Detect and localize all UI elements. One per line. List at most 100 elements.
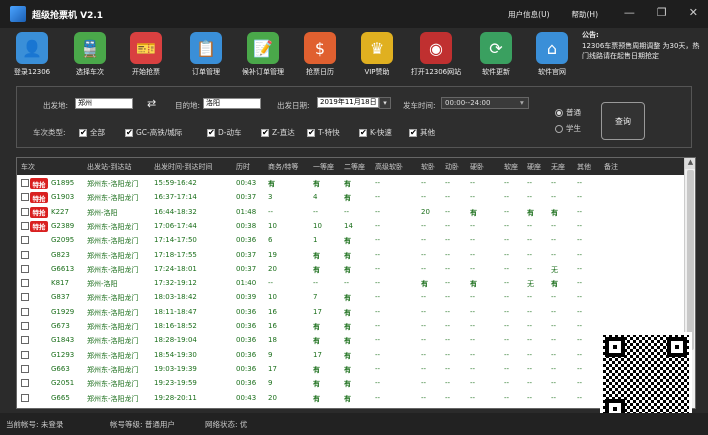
toolbar-order-button[interactable]: 📋 订单管理 [176, 30, 236, 82]
swap-stations-button[interactable]: ⇄ [147, 97, 156, 110]
row-checkbox[interactable] [21, 336, 29, 345]
train-type-checkbox[interactable]: GC-高铁/城际 [125, 127, 182, 138]
column-header[interactable]: 动卧 [445, 162, 459, 172]
cell-seat: 有 [344, 237, 351, 246]
passenger-type-radio[interactable]: 普通 [555, 107, 581, 118]
table-row[interactable]: G2051 郑州东-洛阳龙门 19:23-19:59 00:36 9 有 有 -- -- -- --… [17, 377, 685, 390]
column-header[interactable]: 历时 [236, 162, 250, 172]
checkbox-icon[interactable] [359, 128, 367, 137]
train-type-checkbox[interactable]: T-特快 [307, 127, 340, 138]
table-row[interactable]: G837 郑州东-洛阳龙门 18:03-18:42 00:39 10 7 有 -- -- -- --… [17, 291, 685, 304]
table-row[interactable]: G6613 郑州东-洛阳龙门 17:24-18:01 00:37 20 有 有 -- -- -- -… [17, 263, 685, 276]
close-button[interactable]: ✕ [689, 6, 698, 19]
menu-help[interactable]: 帮助(H) [572, 9, 599, 20]
checkbox-icon[interactable] [207, 128, 215, 137]
table-row[interactable]: 特抢 G1895 郑州东-洛阳龙门 15:59-16:42 00:43 有 有 有 -- -- --… [17, 177, 685, 190]
checkbox-icon[interactable] [261, 128, 269, 137]
toolbar-waitlist-button[interactable]: 📝 候补订单管理 [233, 30, 293, 82]
time-dropdown-icon[interactable]: ▾ [520, 98, 524, 107]
query-button[interactable]: 查询 [601, 102, 645, 140]
column-header[interactable]: 备注 [604, 162, 618, 172]
toolbar-user-button[interactable]: 👤 登录12306 [2, 30, 62, 82]
column-header[interactable]: 商务/特等 [268, 162, 298, 172]
departure-time-select[interactable]: 00:00--24:00 [441, 97, 529, 109]
table-row[interactable]: G1843 郑州东-洛阳龙门 18:28-19:04 00:36 18 有 有 -- -- -- -… [17, 334, 685, 348]
train-type-checkbox[interactable]: K-快速 [359, 127, 392, 138]
radio-icon[interactable] [555, 108, 563, 117]
toolbar-vip-button[interactable]: ♛ VIP赞助 [347, 30, 407, 82]
column-header[interactable]: 硬卧 [470, 162, 484, 172]
table-row[interactable]: G665 郑州东-洛阳龙门 19:28-20:11 00:43 20 有 有 -- -- -- --… [17, 391, 685, 405]
scroll-up-icon[interactable]: ▲ [685, 158, 695, 169]
scroll-thumb[interactable] [687, 170, 694, 350]
toolbar-train-button[interactable]: 🚆 选择车次 [60, 30, 120, 82]
row-checkbox[interactable] [21, 293, 29, 302]
toolbar-calendar-button[interactable]: $ 抢票日历 [290, 30, 350, 82]
table-row[interactable]: G663 郑州东-洛阳龙门 19:03-19:39 00:36 17 有 有 -- -- -- --… [17, 362, 685, 376]
column-header[interactable]: 高级软卧 [375, 162, 403, 172]
row-checkbox[interactable] [21, 264, 29, 273]
checkbox-icon[interactable] [125, 128, 133, 137]
table-row[interactable]: 特抢 G1903 郑州东-洛阳龙门 16:37-17:14 00:37 3 4 有 -- -- --… [17, 191, 685, 205]
table-row[interactable]: 特抢 G2389 郑州东-洛阳龙门 17:06-17:44 00:38 10 10 14 -- -… [17, 219, 685, 233]
table-row[interactable]: G1293 郑州东-洛阳龙门 18:54-19:30 00:36 9 17 有 -- -- -- -… [17, 349, 685, 362]
row-checkbox[interactable] [21, 307, 29, 316]
radio-icon[interactable] [555, 124, 563, 133]
to-station-input[interactable]: 洛阳 [203, 98, 261, 109]
train-type-checkbox[interactable]: Z-直达 [261, 127, 295, 138]
column-header[interactable]: 一等座 [313, 162, 334, 172]
minimize-button[interactable]: — [624, 6, 635, 19]
table-row[interactable]: K817 郑州-洛阳 17:32-19:12 01:40 -- -- -- -- 有 -- 有 -- 无… [17, 277, 685, 291]
checkbox-icon[interactable] [409, 128, 417, 137]
column-header[interactable]: 软座 [504, 162, 518, 172]
from-station-input[interactable]: 郑州 [75, 98, 133, 109]
row-checkbox[interactable] [21, 193, 29, 202]
toolbar-home-button[interactable]: ⌂ 软件官网 [522, 30, 582, 82]
cell-seat: -- [375, 379, 381, 388]
toolbar-ticket-button[interactable]: 🎫 开始抢票 [116, 30, 176, 82]
column-header[interactable]: 二等座 [344, 162, 365, 172]
row-checkbox[interactable] [21, 221, 29, 230]
checkbox-icon[interactable] [307, 128, 315, 137]
column-header[interactable]: 软卧 [421, 162, 435, 172]
train-type-checkbox[interactable]: 全部 [79, 127, 105, 138]
row-checkbox[interactable] [21, 379, 29, 388]
table-row[interactable]: G1929 郑州东-洛阳龙门 18:11-18:47 00:36 16 17 有 -- -- --… [17, 305, 685, 319]
column-header[interactable]: 硬座 [527, 162, 541, 172]
row-checkbox[interactable] [21, 393, 29, 402]
column-header[interactable]: 车次 [21, 162, 35, 172]
row-checkbox[interactable] [21, 364, 29, 373]
column-header[interactable]: 出发时间-到达时间 [154, 162, 213, 172]
row-checkbox[interactable] [21, 250, 29, 259]
table-row[interactable]: G823 郑州东-洛阳龙门 17:18-17:55 00:37 19 有 有 -- -- -- --… [17, 248, 685, 262]
table-row[interactable]: G2095 郑州东-洛阳龙门 17:14-17:50 00:36 6 1 有 -- -- -- --… [17, 234, 685, 247]
row-checkbox[interactable] [21, 236, 29, 245]
waitlist-icon: 📝 [247, 32, 279, 64]
train-type-checkbox[interactable]: 其他 [409, 127, 435, 138]
checkbox-icon[interactable] [79, 128, 87, 137]
row-checkbox[interactable] [21, 179, 29, 187]
toolbar-refresh-button[interactable]: ⟳ 软件更新 [466, 30, 526, 82]
table-row[interactable]: G673 郑州东-洛阳龙门 18:16-18:52 00:36 16 有 有 -- -- -- --… [17, 320, 685, 333]
train-type-checkbox[interactable]: D-动车 [207, 127, 241, 138]
date-dropdown-icon[interactable]: ▾ [379, 97, 391, 109]
departure-date-input[interactable]: 2019年11月18日 [317, 97, 379, 108]
menu-user-info[interactable]: 用户信息(U) [508, 9, 549, 20]
toolbar-label: 候补订单管理 [242, 68, 284, 76]
cell-seat: -- [421, 350, 427, 359]
maximize-button[interactable]: ❐ [657, 6, 667, 19]
row-checkbox[interactable] [21, 350, 29, 359]
cell-stations: 郑州-洛阳 [87, 208, 118, 217]
column-header[interactable]: 无座 [551, 162, 565, 172]
column-header[interactable]: 出发站-到达站 [87, 162, 132, 172]
row-checkbox[interactable] [21, 207, 29, 216]
cell-seat: -- [527, 307, 533, 316]
toolbar-railway-logo-button[interactable]: ◉ 打开12306网站 [406, 30, 466, 82]
row-checkbox[interactable] [21, 279, 29, 288]
column-header[interactable]: 其他 [577, 162, 591, 172]
passenger-type-radio[interactable]: 学生 [555, 123, 581, 134]
row-checkbox[interactable] [21, 322, 29, 330]
table-row[interactable]: 特抢 K227 郑州-洛阳 16:44-18:32 01:48 -- -- -- -- 20 -- 有… [17, 206, 685, 219]
cell-seat: -- [445, 179, 451, 187]
cell-stations: 郑州东-洛阳龙门 [87, 394, 139, 403]
